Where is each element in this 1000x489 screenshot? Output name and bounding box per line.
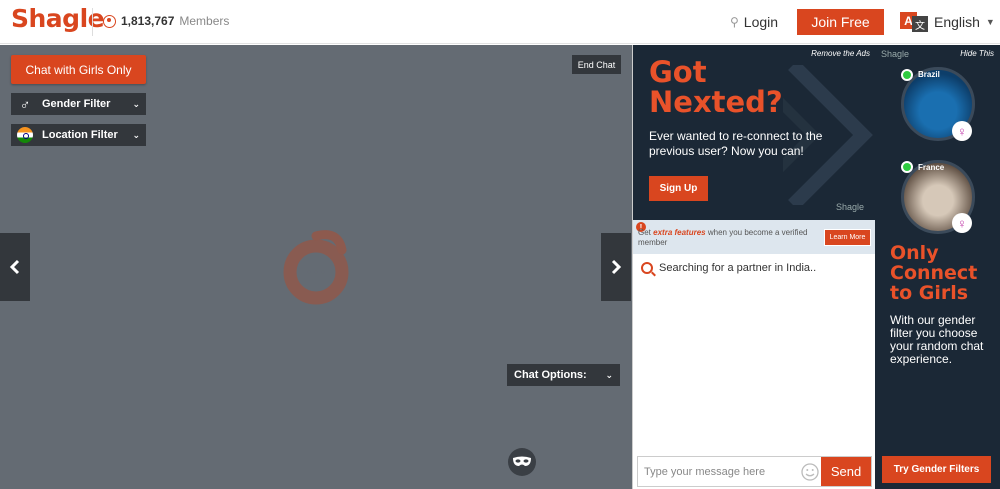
emoji-icon[interactable]	[799, 457, 821, 486]
ad2-brand: Shagle	[881, 49, 910, 59]
incognito-mask-icon[interactable]	[508, 448, 536, 476]
members-counter: 1,813,767 Members	[103, 14, 229, 28]
translate-icon: A文	[900, 12, 928, 32]
user-icon	[103, 14, 116, 28]
top-header: Shagle 1,813,767 Members ⚲ Login Join Fr…	[0, 0, 1000, 44]
video-area: Chat with Girls Only ♂ Gender Filter ⌄ L…	[0, 45, 632, 489]
sign-up-button[interactable]: Sign Up	[649, 176, 708, 201]
india-flag-icon	[16, 127, 34, 143]
got-nexted-ad[interactable]: Remove the Ads Got Nexted? Ever wanted t…	[633, 45, 876, 220]
ad-subtext: Ever wanted to re-connect to the previou…	[649, 129, 823, 158]
language-label: English	[934, 14, 980, 30]
message-input[interactable]	[638, 457, 799, 486]
location-filter-label: Location Filter	[42, 129, 118, 141]
end-chat-button[interactable]: End Chat	[572, 55, 621, 74]
chat-column: Remove the Ads Got Nexted? Ever wanted t…	[632, 45, 876, 489]
ad2-title: Only Connect to Girls	[890, 242, 978, 304]
female-symbol-icon: ♀	[952, 121, 972, 141]
searching-text: Searching for a partner in India..	[659, 262, 817, 274]
chat-options-label: Chat Options:	[514, 369, 587, 381]
gender-filter-ad[interactable]: Shagle Hide This Brazil ♀ France ♀ Only …	[875, 45, 1000, 489]
remove-ads-link[interactable]: Remove the Ads	[811, 49, 870, 58]
chat-options-dropdown[interactable]: Chat Options: ⌄	[507, 364, 620, 386]
join-free-button[interactable]: Join Free	[797, 9, 884, 35]
ad-brand: Shagle	[835, 202, 864, 212]
searching-status: Searching for a partner in India..	[641, 262, 816, 274]
chevron-down-icon: ⌄	[605, 369, 613, 380]
members-label: Members	[179, 14, 230, 28]
country-label-france: France	[918, 163, 945, 172]
gender-filter-dropdown[interactable]: ♂ Gender Filter ⌄	[11, 93, 146, 115]
send-button[interactable]: Send	[821, 457, 871, 486]
verified-promo-banner: ! Get extra features when you become a v…	[633, 220, 876, 254]
chevron-right-icon	[611, 259, 622, 275]
header-divider	[92, 8, 93, 36]
hide-ad-link[interactable]: Hide This	[960, 49, 994, 58]
next-arrow-button[interactable]	[601, 233, 631, 301]
previous-arrow-button[interactable]	[0, 233, 30, 301]
login-link[interactable]: ⚲ Login	[730, 14, 778, 30]
online-dot-icon	[901, 69, 913, 81]
chevron-down-icon: ⌄	[132, 129, 140, 140]
key-icon: ⚲	[730, 15, 739, 29]
shagle-watermark-icon	[283, 230, 349, 305]
promo-text: Get extra features when you become a ver…	[638, 228, 808, 247]
chevron-left-icon	[9, 259, 20, 275]
search-icon	[641, 262, 653, 274]
message-bar: Send	[637, 456, 872, 487]
caret-down-icon: ▼	[985, 17, 995, 27]
ad2-description: With our gender filter you choose your r…	[890, 313, 984, 366]
online-dot-icon	[901, 161, 913, 173]
gender-filter-label: Gender Filter	[42, 98, 111, 110]
language-selector[interactable]: A文 English ▼	[900, 12, 995, 32]
member-count: 1,813,767	[121, 14, 175, 28]
country-label-brazil: Brazil	[918, 70, 940, 79]
login-label: Login	[743, 14, 779, 30]
chevron-down-icon: ⌄	[132, 98, 140, 109]
chat-with-girls-button[interactable]: Chat with Girls Only	[11, 55, 146, 84]
learn-more-button[interactable]: Learn More	[824, 229, 871, 246]
ad-headline: Got Nexted?	[649, 55, 783, 119]
gender-male-icon: ♂	[19, 96, 31, 112]
female-symbol-icon: ♀	[952, 213, 972, 233]
shagle-logo[interactable]: Shagle	[11, 4, 105, 33]
try-gender-filters-button[interactable]: Try Gender Filters	[882, 456, 991, 483]
location-filter-dropdown[interactable]: Location Filter ⌄	[11, 124, 146, 146]
